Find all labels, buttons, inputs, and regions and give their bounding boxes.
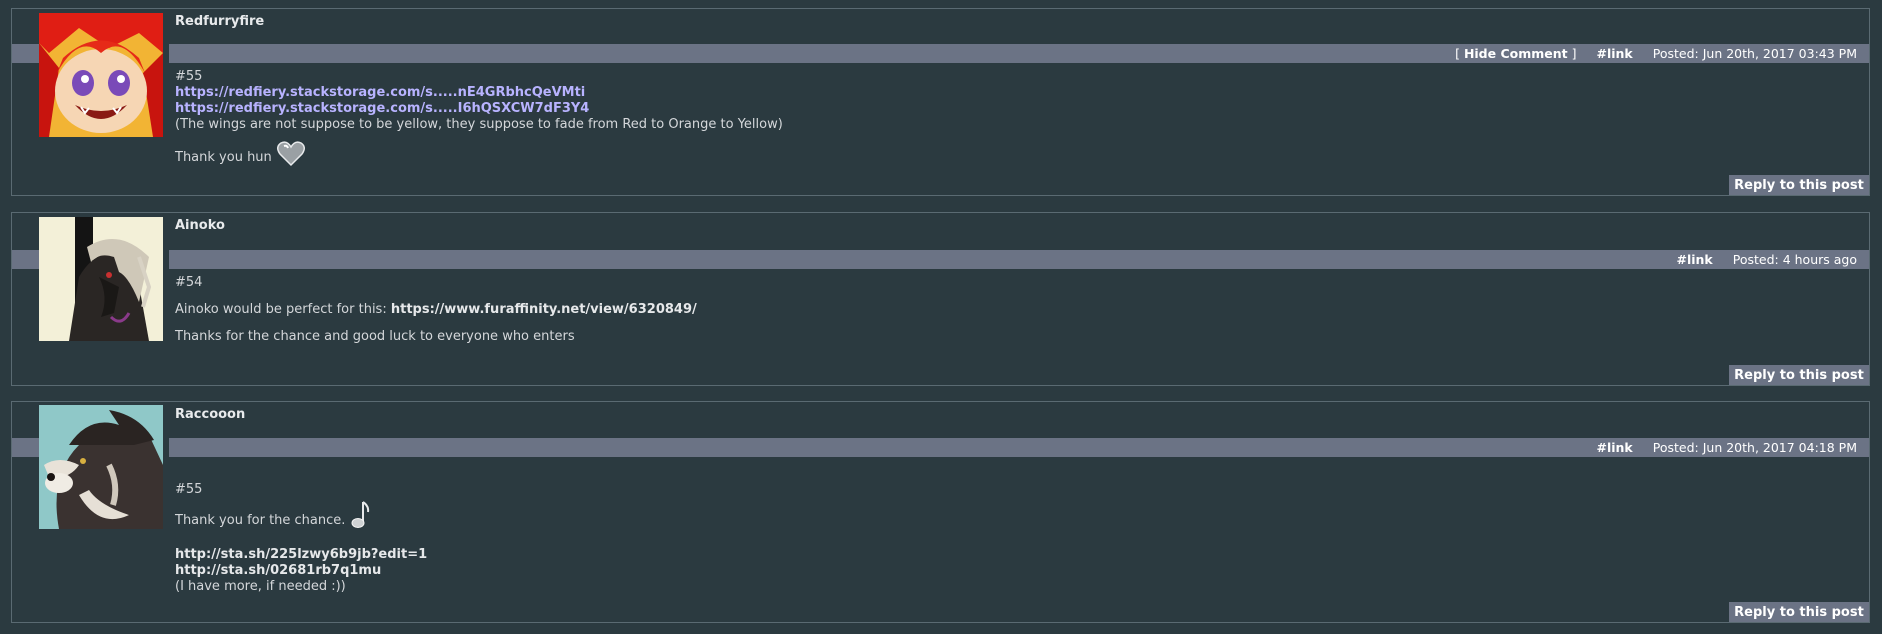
username[interactable]: Raccooon xyxy=(175,407,245,422)
external-link[interactable]: http://sta.sh/02681rb7q1mu xyxy=(175,563,1857,579)
comment-number: #55 xyxy=(175,482,203,497)
comment-text-line: Ainoko would be perfect for this: https:… xyxy=(175,302,1857,318)
comment-header-stub xyxy=(12,250,39,269)
avatar[interactable] xyxy=(39,13,163,137)
reply-button[interactable]: Reply to this post xyxy=(1729,602,1869,622)
music-note-icon xyxy=(349,500,371,535)
comment-header-bar: [ Hide Comment ] #link Posted: Jun 20th, 2… xyxy=(169,44,1869,63)
username[interactable]: Ainoko xyxy=(175,218,225,233)
permalink[interactable]: #link xyxy=(1596,46,1632,61)
external-link[interactable]: https://www.furaffinity.net/view/6320849… xyxy=(391,302,697,317)
avatar[interactable] xyxy=(39,405,163,529)
comment-number: #54 xyxy=(175,275,203,290)
posted-date: Posted: Jun 20th, 2017 03:43 PM xyxy=(1652,46,1857,61)
username[interactable]: Redfurryfire xyxy=(175,14,264,29)
comment-text: Ainoko would be perfect for this: xyxy=(175,302,391,317)
comment-note: (The wings are not suppose to be yellow,… xyxy=(175,117,783,132)
comment-thanks-line: Thank you hun xyxy=(175,141,1857,172)
comment-header-bar: #link Posted: 4 hours ago xyxy=(169,250,1869,269)
comment-header-stub xyxy=(12,44,39,63)
external-link[interactable]: http://sta.sh/225lzwy6b9jb?edit=1 xyxy=(175,547,1857,563)
permalink[interactable]: #link xyxy=(1596,440,1632,455)
comment-header-stub xyxy=(12,438,39,457)
comment-card: Ainoko #link Posted: 4 hours ago #54 Aino… xyxy=(11,212,1870,386)
comment-thanks-line: Thank you for the chance. xyxy=(175,500,1857,535)
comment-thanks: Thank you for the chance. xyxy=(175,513,346,528)
comment-thanks: Thanks for the chance and good luck to e… xyxy=(175,329,575,344)
comment-thanks: Thank you hun xyxy=(175,150,272,165)
reply-button[interactable]: Reply to this post xyxy=(1729,175,1869,195)
posted-date: Posted: Jun 20th, 2017 04:18 PM xyxy=(1652,440,1857,455)
hide-bracket-open: [ xyxy=(1455,46,1464,61)
avatar[interactable] xyxy=(39,217,163,341)
comment-body: #55 Thank you for the chance. http://sta… xyxy=(175,482,1857,595)
comment-body: #54 Ainoko would be perfect for this: ht… xyxy=(175,275,1857,345)
permalink[interactable]: #link xyxy=(1676,252,1712,267)
posted-date: Posted: 4 hours ago xyxy=(1732,252,1857,267)
comment-note: (I have more, if needed :)) xyxy=(175,579,346,594)
external-link[interactable]: https://redfiery.stackstorage.com/s.....… xyxy=(175,85,1857,101)
reply-button[interactable]: Reply to this post xyxy=(1729,365,1869,385)
hide-comment-link[interactable]: Hide Comment xyxy=(1464,46,1568,61)
comment-number: #55 xyxy=(175,69,203,84)
comment-header-bar: #link Posted: Jun 20th, 2017 04:18 PM xyxy=(169,438,1869,457)
heart-icon xyxy=(276,141,306,172)
external-link[interactable]: https://redfiery.stackstorage.com/s.....… xyxy=(175,101,1857,117)
hide-bracket-close: ] xyxy=(1567,46,1577,61)
comment-body: #55 https://redfiery.stackstorage.com/s.… xyxy=(175,69,1857,172)
comment-card: Raccooon #link Posted: Jun 20th, 2017 04:… xyxy=(11,401,1870,623)
comment-card: Redfurryfire [ Hide Comment ] #link Posted… xyxy=(11,8,1870,196)
